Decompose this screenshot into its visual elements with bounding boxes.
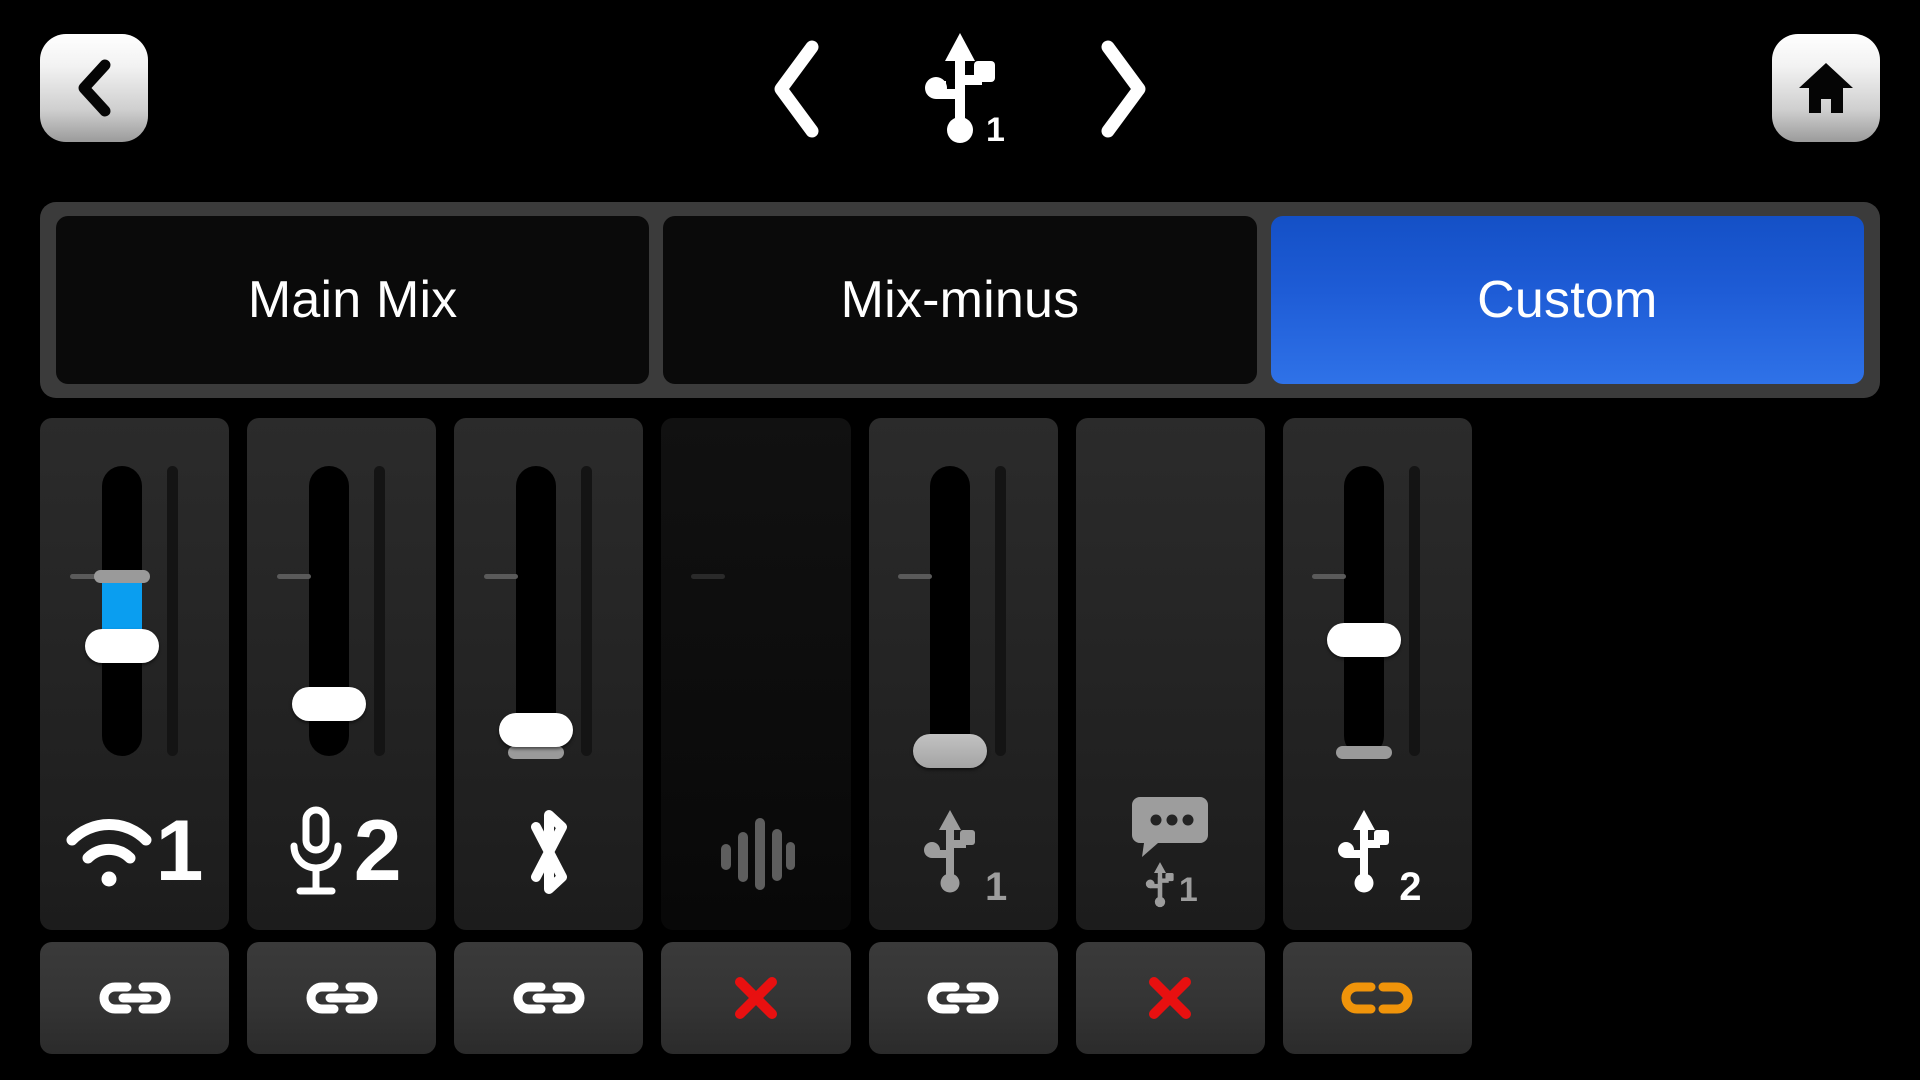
header-bar: 1	[0, 0, 1920, 178]
fader-track[interactable]	[1344, 466, 1385, 756]
microphone-icon	[282, 806, 350, 898]
level-meter	[373, 466, 385, 756]
usb-icon	[919, 808, 981, 896]
unlink-icon	[1341, 979, 1413, 1017]
output-usb-indicator: 1	[908, 29, 1012, 149]
link-button-2[interactable]	[247, 942, 437, 1054]
mute-button-6[interactable]	[1075, 942, 1265, 1054]
level-meter	[995, 466, 1007, 756]
meter-cap	[1336, 746, 1393, 759]
reference-tick	[483, 574, 518, 580]
fader-3[interactable]	[454, 466, 643, 759]
fader-handle[interactable]	[1327, 623, 1402, 657]
chevron-right-icon	[1093, 39, 1153, 139]
output-selector: 1	[0, 0, 1920, 178]
fader-1[interactable]	[40, 466, 229, 756]
channel-button-row	[40, 942, 1472, 1054]
channel-number: 1	[985, 864, 1008, 909]
channel-source-icon: 2	[1283, 792, 1472, 912]
link-button-1[interactable]	[40, 942, 230, 1054]
fader-5[interactable]	[869, 466, 1058, 768]
level-meter	[580, 466, 592, 756]
mix-mode-tabs: Main Mix Mix-minus Custom	[40, 202, 1880, 398]
fader-handle[interactable]	[913, 734, 988, 768]
bluetooth-icon	[514, 801, 584, 903]
link-icon	[513, 979, 585, 1017]
fader-handle[interactable]	[84, 628, 159, 663]
link-icon	[927, 979, 999, 1017]
link-button-7[interactable]	[1282, 942, 1472, 1054]
tab-label: Custom	[1477, 271, 1658, 329]
fader-7[interactable]	[1283, 466, 1472, 759]
reference-tick	[1312, 574, 1347, 580]
link-button-3[interactable]	[454, 942, 644, 1054]
channel-2[interactable]: 2	[247, 418, 437, 930]
channel-source-icon: 2	[247, 792, 436, 912]
output-number: 1	[986, 111, 1005, 147]
level-meter	[1409, 466, 1421, 756]
fader-handle[interactable]	[498, 712, 573, 747]
channel-source-icon	[661, 792, 850, 912]
fader-4[interactable]	[661, 466, 850, 756]
wifi-icon	[66, 816, 152, 888]
usb-icon: 1	[914, 31, 1006, 147]
channel-strip: 1 2 1 1 2	[40, 418, 1472, 930]
home-icon	[1798, 61, 1854, 115]
waveform-icon	[717, 812, 795, 892]
tab-label: Main Mix	[247, 271, 458, 329]
usb-icon	[1143, 861, 1177, 909]
channel-4[interactable]	[661, 418, 851, 930]
reference-tick	[898, 574, 933, 580]
tab-label: Mix-minus	[840, 271, 1080, 329]
channel-number: 1	[1178, 870, 1198, 909]
channel-number: 1	[155, 803, 204, 900]
channel-3[interactable]	[454, 418, 644, 930]
next-output-button[interactable]	[1090, 36, 1156, 142]
channel-1[interactable]: 1	[40, 418, 230, 930]
mixer-screen: 1 Main Mix Mix-minus Custom 1 2 1 1 2	[0, 0, 1920, 1080]
channel-source-icon: 1	[40, 792, 229, 912]
link-icon	[99, 979, 171, 1017]
chat-bubble-icon	[1132, 795, 1209, 859]
chevron-left-icon	[767, 39, 827, 139]
meter-cap	[507, 746, 564, 759]
fader-2[interactable]	[247, 466, 436, 756]
channel-6[interactable]: 1	[1075, 418, 1265, 930]
level-meter	[166, 466, 178, 756]
channel-source-icon	[454, 792, 643, 912]
tab-mix-minus[interactable]: Mix-minus	[663, 216, 1257, 384]
fader-handle[interactable]	[291, 686, 366, 721]
channel-7[interactable]: 2	[1282, 418, 1472, 930]
channel-source-icon: 1	[1076, 792, 1265, 912]
link-icon	[306, 979, 378, 1017]
usb-icon	[1333, 808, 1395, 896]
home-button[interactable]	[1772, 34, 1880, 142]
prev-output-button[interactable]	[764, 36, 830, 142]
channel-5[interactable]: 1	[868, 418, 1058, 930]
close-icon	[1146, 974, 1194, 1022]
channel-number: 2	[1399, 864, 1422, 909]
close-icon	[732, 974, 780, 1022]
reference-tick	[276, 574, 311, 580]
reference-tick	[690, 574, 725, 580]
tab-custom[interactable]: Custom	[1270, 216, 1864, 384]
meter-cap	[93, 570, 150, 584]
mute-button-4[interactable]	[661, 942, 851, 1054]
channel-source-icon: 1	[869, 792, 1058, 912]
channel-number: 2	[353, 803, 402, 900]
fader-track[interactable]	[930, 466, 971, 756]
link-button-5[interactable]	[868, 942, 1058, 1054]
tab-main-mix[interactable]: Main Mix	[56, 216, 650, 384]
